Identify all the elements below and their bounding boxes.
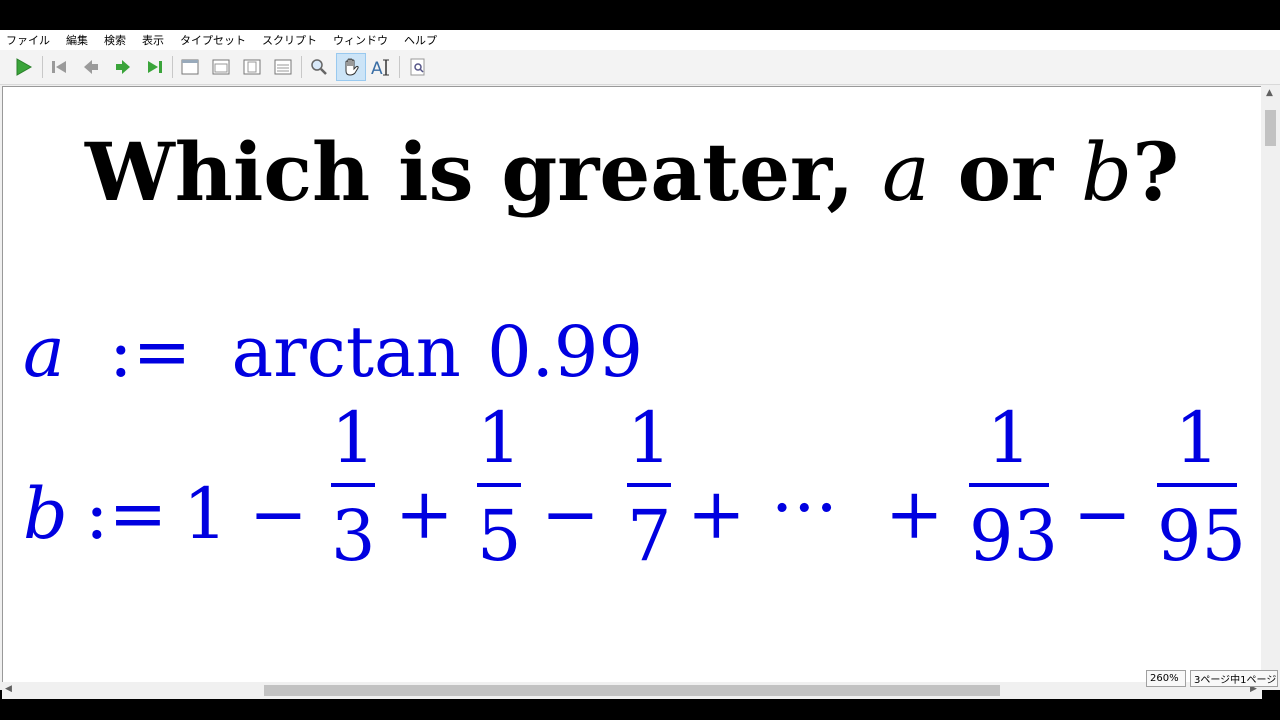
single-page-button[interactable] — [177, 54, 203, 80]
prev-page-button[interactable] — [78, 54, 104, 80]
fit-page-icon — [243, 59, 261, 75]
prev-page-icon — [84, 60, 98, 74]
last-page-icon — [148, 61, 162, 73]
text-select-button[interactable]: A — [368, 54, 394, 80]
menu-window[interactable]: ウィンドウ — [325, 32, 396, 48]
next-page-button[interactable] — [110, 54, 136, 80]
menu-edit[interactable]: 編集 — [58, 32, 96, 48]
term-one: 1 — [183, 473, 228, 555]
two-page-button[interactable] — [208, 54, 234, 80]
pdf-page-view[interactable]: Which is greater, a or b? a := arctan 0.… — [2, 86, 1261, 683]
hand-tool-icon — [345, 58, 359, 76]
first-page-icon — [52, 61, 66, 73]
typeset-play-button[interactable] — [10, 54, 36, 80]
var-a: a — [23, 311, 65, 393]
term-op: + — [395, 473, 454, 555]
last-page-button[interactable] — [142, 54, 168, 80]
fraction-1-95: 1 95 — [1157, 397, 1247, 577]
term-op: − — [249, 473, 308, 555]
term-op: + — [885, 473, 944, 555]
menu-search[interactable]: 検索 — [96, 32, 134, 48]
toolbar: A — [0, 50, 1280, 85]
define-op: := — [109, 311, 192, 393]
page-title: Which is greater, a or b? — [84, 125, 1180, 219]
scroll-left-icon[interactable]: ◀ — [5, 685, 12, 694]
term-op: − — [541, 473, 600, 555]
equation-a: a := arctan 0.99 — [23, 311, 643, 393]
page-indicator: 3ページ中1ページ — [1190, 670, 1278, 687]
single-page-icon — [181, 59, 199, 75]
horizontal-scrollbar[interactable]: ◀ ▶ — [2, 682, 1262, 699]
magnify-icon — [311, 59, 327, 75]
menu-bar: ファイル 編集 検索 表示 タイプセット スクリプト ウィンドウ ヘルプ — [0, 30, 1280, 50]
term-op: + — [687, 473, 746, 555]
scroll-up-icon[interactable]: ▲ — [1266, 89, 1273, 98]
two-page-icon — [212, 59, 230, 75]
first-page-button[interactable] — [46, 54, 72, 80]
find-button[interactable] — [405, 54, 431, 80]
fraction-1-93: 1 93 — [969, 397, 1059, 577]
menu-view[interactable]: 表示 — [134, 32, 172, 48]
svg-text:A: A — [371, 59, 383, 77]
menu-script[interactable]: スクリプト — [254, 32, 325, 48]
text-select-icon: A — [371, 59, 389, 77]
define-op: := — [85, 473, 168, 555]
arctan-arg: 0.99 — [487, 311, 643, 393]
typeset-play-icon — [16, 58, 33, 76]
ellipsis: ··· — [771, 467, 838, 549]
fit-page-button[interactable] — [239, 54, 265, 80]
menu-typeset[interactable]: タイプセット — [172, 32, 254, 48]
magnify-button[interactable] — [306, 54, 332, 80]
fit-width-icon — [274, 59, 292, 75]
vertical-scroll-thumb[interactable] — [1265, 110, 1276, 146]
term-op: − — [1073, 473, 1132, 555]
fraction-1-7: 17 — [627, 397, 672, 577]
fraction-1-5: 15 — [477, 397, 522, 577]
vertical-scrollbar[interactable]: ▲ ▼ — [1262, 86, 1279, 682]
find-icon — [410, 58, 425, 76]
tex-viewer-window: ファイル 編集 検索 表示 タイプセット スクリプト ウィンドウ ヘルプ A W… — [0, 30, 1280, 699]
horizontal-scroll-thumb[interactable] — [264, 685, 1000, 696]
next-page-icon — [116, 60, 130, 74]
fit-width-button[interactable] — [270, 54, 296, 80]
zoom-level[interactable]: 260% — [1146, 670, 1186, 687]
fraction-1-3: 13 — [331, 397, 376, 577]
menu-help[interactable]: ヘルプ — [396, 32, 445, 48]
var-b: b — [23, 473, 68, 555]
arctan-fn: arctan — [231, 311, 461, 393]
hand-tool-button[interactable] — [336, 53, 366, 81]
menu-file[interactable]: ファイル — [0, 32, 58, 48]
